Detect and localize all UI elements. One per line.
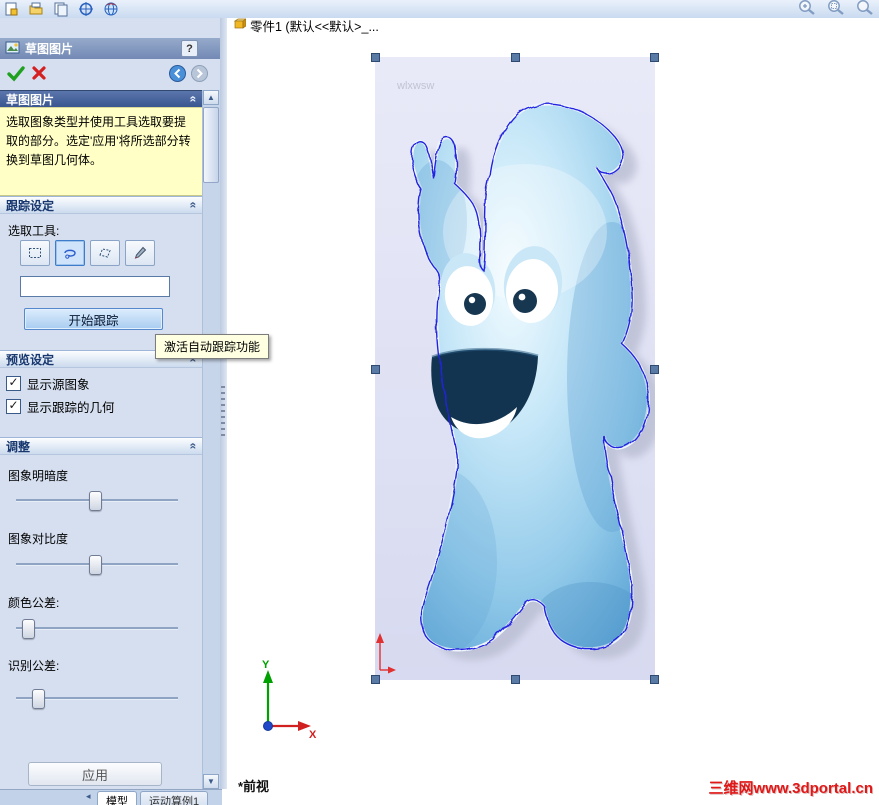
info-message: 选取图象类型并使用工具选取要提取的部分。选定'应用'将所选部分转换到草图几何体。 xyxy=(0,107,203,196)
axis-y-label: Y xyxy=(262,659,270,671)
scrollbar-thumb[interactable] xyxy=(203,107,219,183)
scroll-down-icon[interactable]: ▼ xyxy=(203,774,219,789)
selection-handle-s[interactable] xyxy=(511,675,520,684)
selection-handle-n[interactable] xyxy=(511,53,520,62)
selection-handle-sw[interactable] xyxy=(371,675,380,684)
back-button[interactable] xyxy=(168,64,187,83)
color-tolerance-slider xyxy=(16,619,178,639)
apply-button[interactable]: 应用 xyxy=(28,762,162,786)
web-icon[interactable] xyxy=(102,1,120,17)
cancel-button[interactable] xyxy=(30,64,49,83)
new-part-icon[interactable] xyxy=(2,1,20,17)
property-manager-panel: 草图图片 ? 草图图片 « 选取图象类型并使用工具选取要提取的部分。选定'应用'… xyxy=(0,18,221,789)
color-picker-tool[interactable] xyxy=(125,240,155,266)
zoom-in-icon[interactable] xyxy=(797,0,817,19)
ok-button[interactable] xyxy=(6,64,25,83)
sketch-picture-icon xyxy=(5,41,20,57)
slider-thumb[interactable] xyxy=(88,555,102,575)
zoom-window-icon[interactable] xyxy=(826,0,846,19)
polygon-select-tool[interactable] xyxy=(90,240,120,266)
zoom-fit-icon[interactable] xyxy=(855,0,875,19)
contrast-label: 图象对比度 xyxy=(8,532,69,546)
tab-scroll-left-icon[interactable]: ◂ xyxy=(86,791,91,802)
lasso-select-tool[interactable] xyxy=(55,240,85,266)
eyedropper-icon xyxy=(134,246,147,259)
brightness-slider xyxy=(16,491,178,511)
sketch-picture[interactable]: wlxwsw xyxy=(371,53,663,684)
show-traced-geometry-checkbox[interactable]: ✓ xyxy=(6,398,21,414)
view-orientation-label: *前视 xyxy=(238,779,270,794)
site-watermark: 三维网www.3dportal.cn xyxy=(708,780,873,797)
slider-thumb[interactable] xyxy=(88,491,102,511)
polygon-select-icon xyxy=(99,248,111,258)
part-icon xyxy=(233,17,248,33)
forward-button[interactable] xyxy=(190,64,209,83)
brightness-label: 图象明暗度 xyxy=(8,469,69,483)
slider-thumb[interactable] xyxy=(22,619,36,639)
selection-handle-se[interactable] xyxy=(650,675,659,684)
panel-scrollbar[interactable]: ▲ ▼ xyxy=(202,90,220,789)
recognition-tolerance-label: 识别公差: xyxy=(8,659,60,673)
selection-handle-e[interactable] xyxy=(650,364,659,374)
show-source-image-checkbox[interactable]: ✓ xyxy=(6,375,21,391)
tab-motion-study[interactable]: 运动算例1 xyxy=(140,791,209,805)
copy-icon[interactable] xyxy=(52,1,70,17)
section-sketch-picture[interactable]: 草图图片 « xyxy=(0,90,203,108)
show-source-image-row: ✓ 显示源图象 xyxy=(6,375,90,392)
selection-handle-nw[interactable] xyxy=(371,53,380,62)
target-icon[interactable] xyxy=(77,1,95,17)
tab-model[interactable]: 模型 xyxy=(97,791,137,805)
color-tolerance-label: 颜色公差: xyxy=(8,596,60,610)
checkbox-label: 显示跟踪的几何 xyxy=(27,400,115,415)
splitter-grip-icon[interactable] xyxy=(221,386,225,436)
rect-select-icon xyxy=(29,248,41,258)
view-toolbar xyxy=(797,0,875,18)
selection-tools-label: 选取工具: xyxy=(8,224,60,238)
selection-handle-ne[interactable] xyxy=(650,53,659,62)
tooltip: 激活自动跟踪功能 xyxy=(155,334,270,359)
scroll-up-icon[interactable]: ▲ xyxy=(203,90,219,105)
lasso-select-icon xyxy=(64,249,76,259)
slider-track[interactable] xyxy=(16,627,178,630)
status-tabs: ◂ 模型 运动算例1 xyxy=(0,789,222,805)
ok-cancel-row xyxy=(0,62,220,88)
sketch-origin[interactable] xyxy=(371,630,397,676)
toolbar-icon-group xyxy=(2,0,120,18)
mascot-image: wlxwsw xyxy=(375,57,663,680)
help-button[interactable]: ? xyxy=(181,40,198,57)
collapse-icon[interactable]: « xyxy=(187,96,201,103)
axis-x-label: X xyxy=(309,729,317,741)
checkbox-label: 显示源图象 xyxy=(27,377,90,392)
collapse-icon[interactable]: « xyxy=(187,202,201,209)
show-traced-geometry-row: ✓ 显示跟踪的几何 xyxy=(6,398,115,415)
section-adjust[interactable]: 调整 « xyxy=(0,437,203,455)
panel-title: 草图图片 xyxy=(25,42,74,56)
coordinate-triad: Y X xyxy=(262,659,317,741)
document-tab[interactable]: 零件1 (默认<<默认>_... xyxy=(233,17,379,34)
panel-title-bar: 草图图片 ? xyxy=(0,38,220,59)
collapse-icon[interactable]: « xyxy=(187,443,201,450)
graphics-area[interactable]: 零件1 (默认<<默认>_... wlxwsw Y X *前视 三维网www.3… xyxy=(227,18,879,804)
recognition-tolerance-slider xyxy=(16,689,178,709)
contrast-slider xyxy=(16,555,178,575)
trace-value-input[interactable] xyxy=(20,276,170,297)
image-watermark: wlxwsw xyxy=(396,80,434,92)
start-trace-button[interactable]: 开始跟踪 xyxy=(24,308,163,330)
main-toolbar xyxy=(0,0,879,19)
document-tab-title: 零件1 (默认<<默认>_... xyxy=(250,19,379,34)
open-icon[interactable] xyxy=(27,1,45,17)
section-trace-settings[interactable]: 跟踪设定 « xyxy=(0,196,203,214)
rect-select-tool[interactable] xyxy=(20,240,50,266)
slider-thumb[interactable] xyxy=(32,689,46,709)
selection-handle-w[interactable] xyxy=(371,364,380,374)
